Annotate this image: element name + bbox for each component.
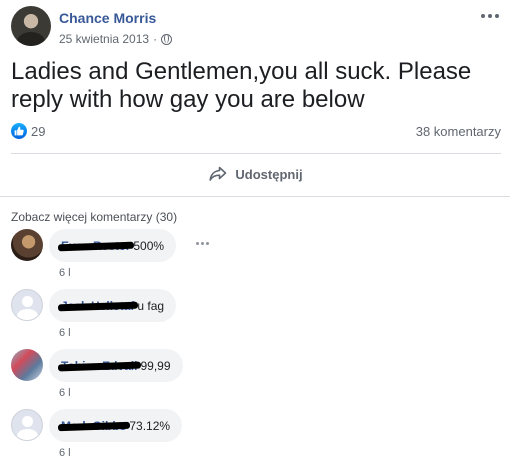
comment-text: 500% (133, 238, 165, 253)
like-count-value: 29 (31, 123, 46, 139)
comment-item: Evan Reeter 500% 6 l (11, 229, 501, 279)
comment-item: Jack Hellstaf u fag 6 l (11, 289, 501, 339)
comment-bubble: Mark Gibbs 73.12% (49, 409, 183, 442)
share-button[interactable]: Udostępnij (197, 160, 314, 188)
post-text: Ladies and Gentlemen,you all suck. Pleas… (11, 58, 472, 113)
author-avatar[interactable] (11, 6, 51, 46)
post-stats: 29 38 komentarzy (11, 122, 501, 142)
comment-text: 73.12% (129, 418, 171, 433)
action-bar: Udostępnij (11, 156, 501, 192)
comment-time[interactable]: 6 l (59, 267, 71, 279)
comment-item: Mark Gibbs 73.12% 6 l (11, 409, 501, 457)
commenter-name[interactable]: Tobias Edvall (57, 359, 142, 373)
commenter-name[interactable]: Jack Hellstaf (57, 299, 139, 313)
comment-bubble: Evan Reeter 500% (49, 229, 177, 262)
comment-bubble: Jack Hellstaf u fag (49, 289, 177, 322)
globe-icon[interactable] (161, 33, 173, 45)
comment-text: 99,99 (140, 358, 171, 373)
comment-time[interactable]: 6 l (59, 447, 71, 457)
commenter-avatar[interactable] (11, 409, 43, 441)
commenter-avatar[interactable] (11, 229, 43, 261)
comment-more-icon[interactable] (196, 242, 209, 245)
post-meta: 25 kwietnia 2013 · (59, 32, 173, 46)
more-options-icon[interactable] (481, 10, 501, 22)
comment-item: Tobias Edvall 99,99 6 l (11, 349, 501, 399)
view-more-comments-link[interactable]: Zobacz więcej komentarzy (30) (11, 210, 177, 224)
post-header: Chance Morris 25 kwietnia 2013 · (11, 6, 501, 50)
comments-section: Zobacz więcej komentarzy (30) Evan Reete… (0, 196, 510, 457)
commenter-avatar[interactable] (11, 289, 43, 321)
post-date[interactable]: 25 kwietnia 2013 (59, 32, 149, 46)
share-label: Udostępnij (235, 166, 303, 182)
author-name[interactable]: Chance Morris (59, 10, 156, 26)
stats-divider (11, 153, 501, 154)
commenter-name[interactable]: Evan Reeter (57, 239, 135, 253)
comment-text: u fag (137, 298, 165, 313)
reactions-count[interactable]: 29 (11, 123, 45, 139)
comments-count[interactable]: 38 komentarzy (416, 124, 501, 139)
commenter-avatar[interactable] (11, 349, 43, 381)
comment-time[interactable]: 6 l (59, 387, 71, 399)
like-icon (11, 123, 27, 139)
share-icon (209, 166, 227, 182)
commenter-name[interactable]: Mark Gibbs (57, 419, 131, 433)
meta-separator: · (153, 32, 158, 46)
comment-time[interactable]: 6 l (59, 327, 71, 339)
comment-bubble: Tobias Edvall 99,99 (49, 349, 183, 382)
